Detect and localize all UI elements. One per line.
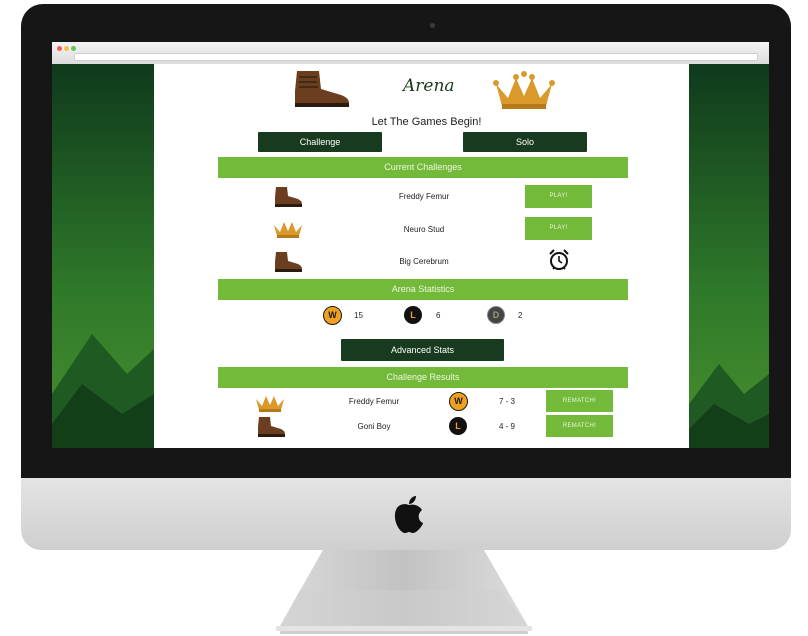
loss-badge: L — [404, 306, 422, 324]
browser-toolbar — [52, 42, 769, 65]
challenge-results-header: Challenge Results — [218, 367, 628, 388]
arena-app: Arena Let The Games Begin! Challenge Sol… — [154, 64, 689, 448]
wins-count: 15 — [354, 311, 363, 320]
losses-count: 6 — [436, 311, 441, 320]
win-badge: W — [449, 392, 468, 411]
alarm-clock-icon — [549, 249, 569, 270]
arena-statistics-header: Arena Statistics — [218, 279, 628, 300]
minimize-window-icon[interactable] — [64, 46, 69, 51]
rematch-button[interactable]: REMATCH! — [546, 390, 613, 412]
challenger-name: Neuro Stud — [403, 225, 445, 234]
background-right — [689, 64, 769, 448]
address-bar[interactable] — [74, 53, 758, 61]
solo-button[interactable]: Solo — [463, 132, 587, 152]
crown-icon — [493, 71, 555, 109]
draw-badge: D — [487, 306, 505, 324]
challenger-name: Big Cerebrum — [399, 257, 449, 266]
page-title: Arena — [403, 76, 455, 96]
challenge-button[interactable]: Challenge — [258, 132, 382, 152]
background-left — [52, 64, 154, 448]
opponent-name: Freddy Femur — [348, 397, 400, 406]
camera-icon — [430, 23, 435, 28]
rematch-button[interactable]: REMATCH! — [546, 415, 613, 437]
loss-badge: L — [449, 417, 467, 435]
page-subtitle: Let The Games Begin! — [371, 116, 482, 128]
challenger-name: Freddy Femur — [398, 192, 450, 201]
draws-count: 2 — [518, 311, 523, 320]
crown-icon — [256, 396, 284, 412]
play-button[interactable]: PLAY! — [525, 217, 592, 240]
close-window-icon[interactable] — [57, 46, 62, 51]
win-badge: W — [323, 306, 342, 325]
apple-logo-icon — [394, 496, 423, 533]
browser-window: Arena Let The Games Begin! Challenge Sol… — [52, 42, 769, 448]
crown-icon — [274, 222, 302, 238]
match-score: 7 - 3 — [499, 397, 516, 406]
boot-icon — [275, 187, 302, 207]
play-button[interactable]: PLAY! — [525, 185, 592, 208]
boot-icon — [275, 252, 302, 272]
advanced-stats-button[interactable]: Advanced Stats — [341, 339, 504, 361]
boot-icon — [258, 417, 285, 437]
maximize-window-icon[interactable] — [71, 46, 76, 51]
current-challenges-header: Current Challenges — [218, 157, 628, 178]
boot-icon — [295, 71, 349, 107]
imac-stand — [276, 550, 532, 634]
match-score: 4 - 9 — [499, 422, 516, 431]
opponent-name: Goni Boy — [357, 422, 391, 431]
